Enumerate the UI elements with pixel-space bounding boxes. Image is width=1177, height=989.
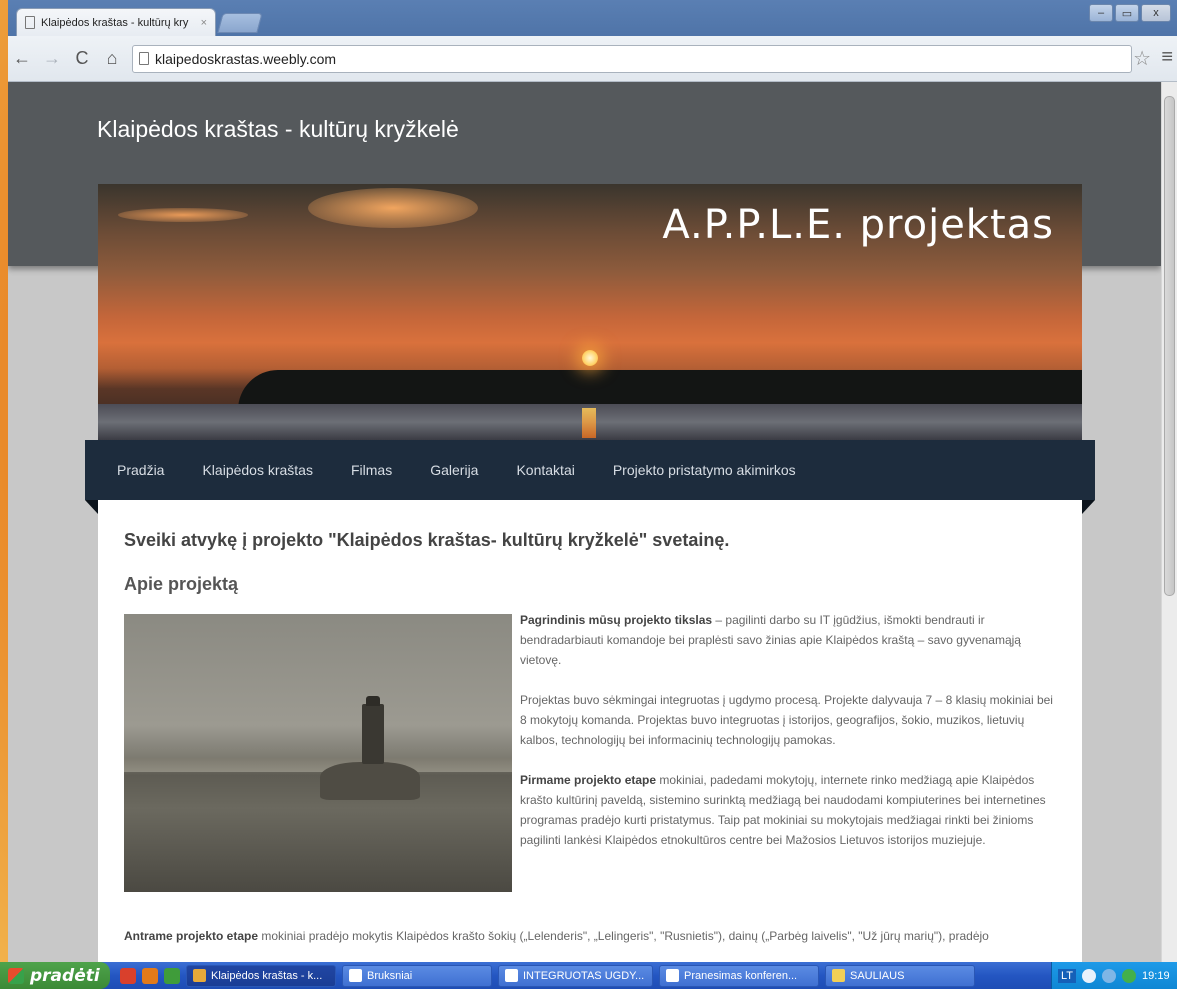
minimize-button[interactable]: – [1089, 4, 1113, 22]
word-icon [505, 969, 518, 982]
chrome-icon[interactable] [164, 967, 180, 984]
taskbar: pradėti Klaipėdos kraštas - k... Bruksni… [0, 962, 1177, 989]
task-label: Pranesimas konferen... [684, 969, 798, 982]
banner-image: A.P.P.L.E. projektas [98, 184, 1082, 440]
photo-lighthouse-lantern [366, 696, 380, 706]
home-icon[interactable]: ⌂ [102, 48, 122, 69]
show-hidden-icons-icon[interactable] [1082, 968, 1097, 983]
acrobat-icon[interactable] [120, 967, 136, 984]
banner-cloud [308, 188, 478, 228]
reload-icon[interactable]: C [72, 48, 92, 69]
page-viewport: Klaipėdos kraštas - kultūrų kryžkelė A.P… [8, 82, 1161, 962]
banner-sun-reflection [582, 408, 596, 438]
page-icon [139, 52, 149, 65]
bookmark-star-icon[interactable]: ☆ [1133, 46, 1151, 71]
nav-item-pradzia[interactable]: Pradžia [117, 462, 164, 478]
close-tab-icon[interactable]: × [201, 17, 207, 29]
task-klaipedos-krastas[interactable]: Klaipėdos kraštas - k... [186, 964, 336, 987]
vertical-scrollbar[interactable] [1161, 82, 1177, 962]
close-window-button[interactable]: x [1141, 4, 1171, 22]
browser-toolbar: ← → C ⌂ klaipedoskrastas.weebly.com ☆ ≡ [8, 36, 1177, 82]
site-title[interactable]: Klaipėdos kraštas - kultūrų kryžkelė [97, 116, 459, 143]
folder-icon [832, 969, 845, 982]
main-navigation: Pradžia Klaipėdos kraštas Filmas Galerij… [85, 440, 1095, 500]
nav-item-kontaktai[interactable]: Kontaktai [516, 462, 574, 478]
window-controls: – ▭ x [1089, 4, 1171, 22]
nav-item-projekto-pristatymo-akimirkos[interactable]: Projekto pristatymo akimirkos [613, 462, 796, 478]
tab-title: Klaipėdos kraštas - kultūrų kry [41, 16, 189, 29]
nav-item-klaipedos-krastas[interactable]: Klaipėdos kraštas [202, 462, 313, 478]
paragraph-goal-bold: Pagrindinis mūsų projekto tikslas [520, 613, 713, 627]
task-label: Klaipėdos kraštas - k... [211, 969, 323, 982]
main-content: Sveiki atvykę į projekto "Klaipėdos kraš… [98, 500, 1082, 962]
banner-cloud [118, 208, 248, 222]
nav-ribbon-fold-left [85, 500, 98, 514]
about-text: Pagrindinis mūsų projekto tikslas – pagi… [520, 610, 1060, 870]
task-label: INTEGRUOTAS UGDY... [523, 969, 645, 982]
photo-lighthouse [362, 704, 384, 764]
paragraph-stage-two: Antrame projekto etape mokiniai pradėjo … [124, 926, 1064, 946]
task-bruksniai[interactable]: Bruksniai [342, 964, 492, 987]
url-text: klaipedoskrastas.weebly.com [155, 50, 337, 67]
task-pranesimas-konferen[interactable]: Pranesimas konferen... [659, 964, 819, 987]
browser-tab[interactable]: Klaipėdos kraštas - kultūrų kry × [16, 8, 216, 36]
clock[interactable]: 19:19 [1142, 970, 1170, 982]
banner-title: A.P.P.L.E. projektas [662, 202, 1054, 248]
back-icon[interactable]: ← [12, 48, 32, 69]
paragraph-stage-one: Pirmame projekto etape mokiniai, padedam… [520, 770, 1060, 850]
paragraph-integration: Projektas buvo sėkmingai integruotas į u… [520, 693, 1053, 747]
powerpoint-icon [666, 969, 679, 982]
photo-shoreline [124, 758, 512, 772]
maximize-button[interactable]: ▭ [1115, 4, 1139, 22]
windows-logo-icon [8, 967, 24, 984]
security-icon[interactable] [1122, 968, 1137, 983]
banner-sun [582, 350, 598, 366]
welcome-heading: Sveiki atvykę į projekto "Klaipėdos kraš… [124, 530, 730, 550]
firefox-icon[interactable] [142, 967, 158, 984]
nav-item-galerija[interactable]: Galerija [430, 462, 478, 478]
nav-ribbon-fold-right [1082, 500, 1095, 514]
language-indicator[interactable]: LT [1058, 968, 1077, 983]
task-integruotas-ugdy[interactable]: INTEGRUOTAS UGDY... [498, 964, 653, 987]
page-icon [25, 16, 35, 29]
quick-launch [120, 967, 180, 984]
new-tab-button[interactable] [217, 13, 263, 33]
about-heading: Apie projektą [124, 574, 239, 594]
task-label: SAULIAUS [850, 969, 905, 982]
nav-item-filmas[interactable]: Filmas [351, 462, 392, 478]
address-bar[interactable]: klaipedoskrastas.weebly.com [132, 44, 1132, 73]
photo-rock [320, 762, 420, 800]
system-tray: LT 19:19 [1051, 962, 1177, 989]
menu-icon[interactable]: ≡ [1161, 46, 1173, 69]
paragraph-goal: Pagrindinis mūsų projekto tikslas – pagi… [520, 610, 1060, 670]
tab-strip: Klaipėdos kraštas - kultūrų kry × – ▭ x [8, 0, 1177, 36]
paragraph-stage-two-text: mokiniai pradėjo mokytis Klaipėdos krašt… [258, 929, 989, 943]
chrome-icon [193, 969, 206, 982]
network-icon[interactable] [1102, 968, 1117, 983]
word-icon [349, 969, 362, 982]
task-label: Bruksniai [367, 969, 413, 982]
start-label: pradėti [30, 965, 100, 986]
scrollbar-thumb[interactable] [1164, 96, 1175, 596]
lighthouse-photo[interactable] [124, 614, 512, 892]
task-sauliaus[interactable]: SAULIAUS [825, 964, 975, 987]
browser-window: Klaipėdos kraštas - kultūrų kry × – ▭ x … [8, 0, 1177, 962]
paragraph-stage-two-bold: Antrame projekto etape [124, 929, 259, 943]
paragraph-stage-one-bold: Pirmame projekto etape [520, 773, 657, 787]
forward-icon[interactable]: → [42, 48, 62, 69]
start-button[interactable]: pradėti [0, 962, 110, 989]
